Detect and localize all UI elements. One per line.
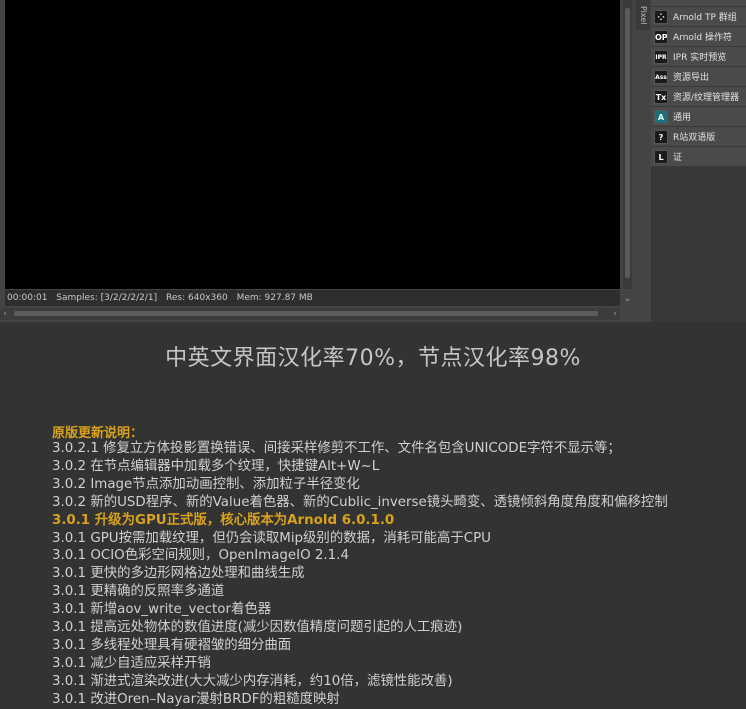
menu-item-label: IPR 实时预览 [673, 53, 727, 63]
menu-item-asset-export[interactable]: Ass 资源导出 [651, 67, 746, 87]
arnold-menu: ⁘ Arnold TP 群组 OP Arnold 操作符 IPR IPR 实时预… [651, 0, 746, 167]
menu-item-label: 资源/纹理管理器 [673, 93, 740, 103]
chevron-left-icon[interactable]: ‹ [0, 308, 10, 320]
menu-item-label: R站双语版 [673, 133, 716, 143]
notes-title: 原版更新说明： [52, 426, 144, 441]
release-note: 3.0.2 新的USD程序、新的Value着色器、新的Cublic_invers… [52, 494, 668, 510]
release-note: 3.0.2 在节点编辑器中加载多个纹理，快捷键Alt+W~L [52, 458, 380, 474]
release-note-highlight: 3.0.1 升级为GPU正式版，核心版本为Arnold 6.0.1.0 [52, 512, 395, 528]
vertical-scroll-thumb[interactable] [625, 8, 630, 278]
menu-item-license[interactable]: L 证 [651, 147, 746, 167]
chevron-right-icon[interactable]: › [610, 308, 620, 320]
release-note: 3.0.1 GPU按需加载纹理，但仍会读取Mip级别的数据，消耗可能高于CPU [52, 530, 491, 546]
help-icon: ? [654, 129, 668, 144]
horizontal-scrollbar[interactable]: ‹ › [0, 308, 620, 320]
menu-item-label: 资源导出 [673, 73, 710, 83]
menu-item-tp-group[interactable]: ⁘ Arnold TP 群组 [651, 7, 746, 27]
release-note: 3.0.1 新增aov_write_vector着色器 [52, 602, 272, 618]
release-notes-list: 3.0.2.1 修复立方体投影置换错误、间接采样修剪不工作、文件名包含UNICO… [52, 440, 742, 709]
status-time: 00:00:01 [7, 293, 48, 303]
arnold-logo-icon: A [654, 109, 668, 124]
release-note: 3.0.2 Image节点添加动画控制、添加粒子半径变化 [52, 476, 360, 492]
menu-item-ipr[interactable]: IPR IPR 实时预览 [651, 47, 746, 67]
menu-item-help[interactable]: ? R站双语版 [651, 127, 746, 147]
operator-icon: OP [654, 29, 668, 44]
release-note: 3.0.1 OCIO色彩空间规则，OpenImageIO 2.1.4 [52, 548, 349, 564]
release-note: 3.0.1 提高远处物体的数值进度(减少因数值精度问题引起的人工痕迹) [52, 620, 463, 636]
menu-item-label: 证 [673, 153, 683, 163]
vertical-scrollbar[interactable] [623, 0, 632, 289]
release-note: 3.0.1 渐进式渲染改进(大大减少内存消耗，约10倍，滤镜性能改善) [52, 673, 453, 689]
menu-item-operators[interactable]: OP Arnold 操作符 [651, 27, 746, 47]
status-memory: Mem: 927.87 MB [236, 293, 313, 303]
render-status-bar: 00:00:01 Samples: [3/2/2/2/2/1] Res: 640… [5, 290, 620, 306]
panel-empty-area [651, 158, 746, 322]
release-note: 3.0.1 多线程处理具有硬褶皱的细分曲面 [52, 637, 292, 653]
menu-item-partial[interactable] [651, 0, 746, 7]
render-view-window: ⌄ 00:00:01 Samples: [3/2/2/2/2/1] Res: 6… [0, 0, 746, 322]
ipr-icon: IPR [654, 49, 668, 64]
license-icon: L [654, 149, 668, 164]
tp-group-icon: ⁘ [654, 9, 668, 24]
release-note: 3.0.1 更精确的反照率多通道 [52, 584, 225, 600]
menu-item-label: Arnold TP 群组 [673, 13, 737, 23]
release-note: 3.0.1 更快的多边形网格边处理和曲线生成 [52, 566, 305, 582]
release-note: 3.0.2.1 修复立方体投影置换错误、间接采样修剪不工作、文件名包含UNICO… [52, 441, 621, 456]
pixel-side-tab[interactable]: Pixel [636, 0, 650, 30]
texture-icon: Tx [654, 89, 668, 104]
chevron-down-icon[interactable]: ⌄ [623, 293, 632, 305]
release-note: 3.0.1 改进Oren–Nayar漫射BRDF的粗糙度映射 [52, 691, 340, 707]
status-samples: Samples: [3/2/2/2/2/1] [56, 293, 158, 303]
render-viewport[interactable] [5, 0, 620, 289]
headline: 中英文界面汉化率70%，节点汉化率98% [165, 346, 581, 371]
menu-item-texture-manager[interactable]: Tx 资源/纹理管理器 [651, 87, 746, 107]
horizontal-scroll-thumb[interactable] [14, 311, 598, 316]
status-resolution: Res: 640x360 [166, 293, 228, 303]
release-note: 3.0.1 减少自适应采样开销 [52, 655, 211, 671]
menu-item-utilities[interactable]: A 通用 [651, 107, 746, 127]
menu-item-label: Arnold 操作符 [673, 33, 732, 43]
menu-item-label: 通用 [673, 113, 692, 123]
ass-export-icon: Ass [654, 69, 668, 84]
